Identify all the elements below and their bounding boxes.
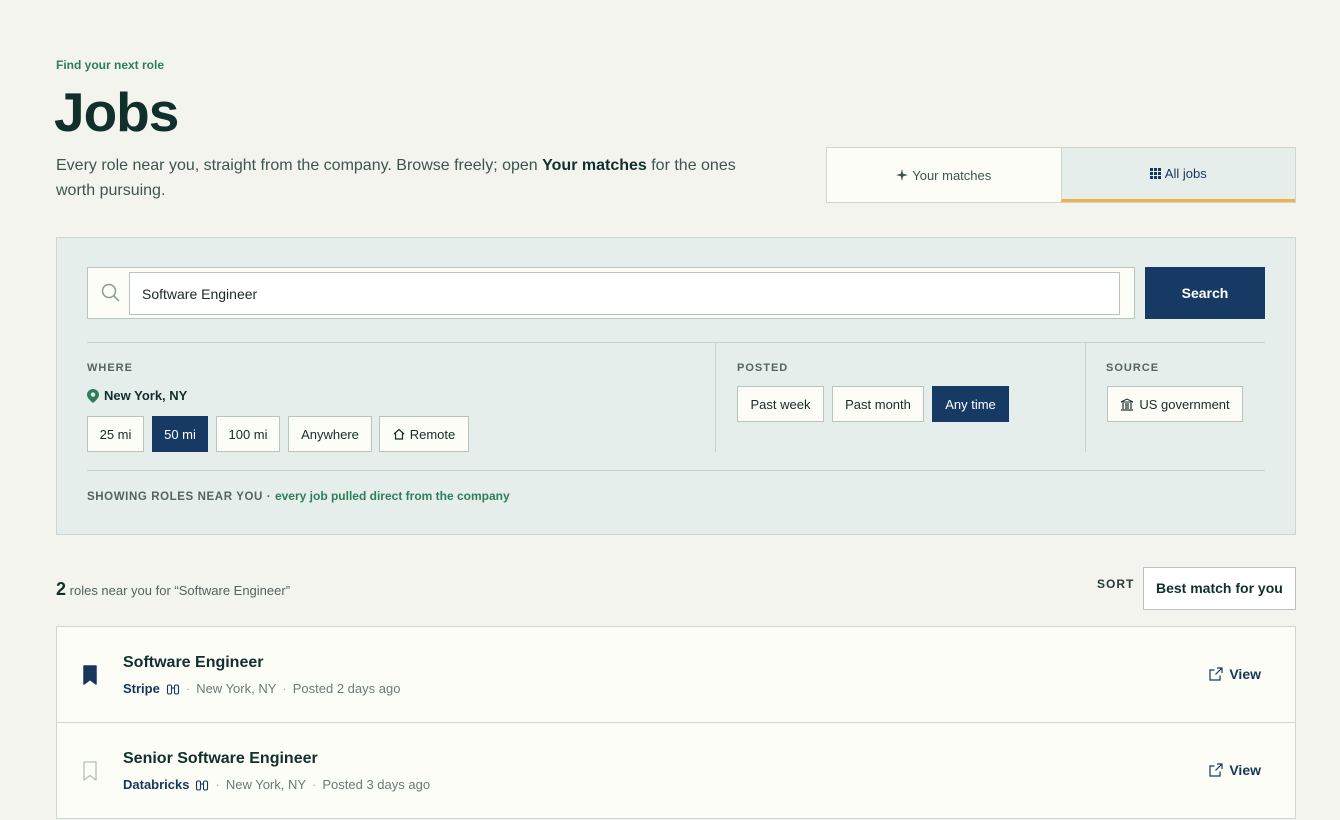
sort-select[interactable]: Best match for you	[1143, 567, 1296, 610]
where-label: WHERE	[87, 362, 133, 374]
sort-label: SORT	[1097, 577, 1135, 591]
bookmark-filled-icon[interactable]	[82, 665, 98, 685]
job-meta: Databricks · New York, NY · Posted 3 day…	[123, 777, 430, 792]
posted-chip-week[interactable]: Past week	[737, 386, 824, 422]
binoculars-icon	[196, 779, 209, 791]
results-count: 2 roles near you for “Software Engineer”	[56, 579, 290, 600]
home-icon	[393, 428, 405, 440]
job-company[interactable]: Stripe	[123, 681, 160, 696]
divider	[87, 470, 1265, 471]
distance-chip-25[interactable]: 25 mi	[87, 416, 144, 452]
results-summary: roles near you for “Software Engineer”	[69, 583, 291, 598]
separator: ·	[312, 777, 317, 792]
results-number: 2	[56, 579, 67, 599]
distance-chip-remote[interactable]: Remote	[379, 416, 469, 452]
chip-label: US government	[1139, 396, 1230, 412]
job-card[interactable]: Senior Software Engineer Databricks · Ne…	[56, 722, 1296, 819]
search-input[interactable]	[129, 272, 1120, 315]
separator: ·	[185, 681, 191, 696]
job-company[interactable]: Databricks	[123, 777, 189, 792]
sparkle-icon	[896, 169, 909, 181]
external-link-icon	[1209, 763, 1223, 777]
distance-chip-anywhere[interactable]: Anywhere	[288, 416, 372, 452]
view-label: View	[1229, 762, 1261, 778]
job-posted: Posted 2 days ago	[292, 681, 401, 696]
posted-chip-any[interactable]: Any time	[932, 386, 1009, 422]
binoculars-icon	[166, 683, 179, 695]
intro-text: Every role near you, straight from the c…	[56, 157, 543, 174]
posted-label: POSTED	[737, 362, 789, 374]
search-panel: Search WHERE New York, NY 25 mi 50 mi 10…	[56, 237, 1296, 535]
distance-chip-100[interactable]: 100 mi	[216, 416, 280, 452]
page-intro: Every role near you, straight from the c…	[56, 153, 736, 203]
job-posted: Posted 3 days ago	[322, 777, 431, 792]
showing-prefix: SHOWING ROLES NEAR YOU ·	[87, 491, 272, 503]
separator: ·	[215, 777, 220, 792]
job-card[interactable]: Software Engineer Stripe · New York, NY …	[56, 626, 1296, 723]
map-pin-icon	[87, 388, 99, 403]
page-title: Jobs	[54, 81, 179, 143]
divider	[715, 342, 716, 452]
tab-your-matches[interactable]: Your matches	[827, 148, 1061, 202]
search-icon	[101, 283, 120, 302]
job-title[interactable]: Software Engineer	[123, 654, 263, 672]
separator: ·	[282, 681, 287, 696]
view-tabs: Your matches All jobs	[826, 147, 1296, 203]
view-job-link[interactable]: View	[1209, 666, 1261, 682]
source-chip-us-government[interactable]: US government	[1107, 386, 1243, 422]
location-display: New York, NY	[87, 388, 187, 403]
search-box	[87, 267, 1135, 319]
tab-label: Your matches	[912, 167, 992, 183]
bookmark-outline-icon[interactable]	[82, 761, 98, 781]
grid-icon	[1149, 168, 1161, 179]
intro-emphasis: Your matches	[542, 157, 647, 174]
job-location: New York, NY	[196, 681, 277, 696]
showing-status: SHOWING ROLES NEAR YOU · every job pulle…	[87, 489, 510, 503]
posted-chip-month[interactable]: Past month	[832, 386, 924, 422]
view-job-link[interactable]: View	[1209, 762, 1261, 778]
divider	[87, 342, 1265, 343]
external-link-icon	[1209, 667, 1223, 681]
government-building-icon	[1121, 397, 1134, 411]
search-button[interactable]: Search	[1145, 267, 1265, 319]
view-label: View	[1229, 666, 1261, 682]
job-meta: Stripe · New York, NY · Posted 2 days ag…	[123, 681, 400, 696]
source-label: SOURCE	[1106, 362, 1160, 374]
showing-note: every job pulled direct from the company	[274, 489, 510, 503]
divider	[1085, 342, 1086, 452]
tab-all-jobs[interactable]: All jobs	[1060, 148, 1295, 202]
tab-label: All jobs	[1164, 166, 1207, 181]
job-location: New York, NY	[225, 777, 307, 792]
distance-chip-50[interactable]: 50 mi	[152, 416, 208, 452]
page-eyebrow: Find your next role	[56, 58, 165, 72]
location-text: New York, NY	[104, 388, 188, 403]
job-title[interactable]: Senior Software Engineer	[123, 750, 318, 768]
chip-label: Remote	[409, 426, 456, 442]
